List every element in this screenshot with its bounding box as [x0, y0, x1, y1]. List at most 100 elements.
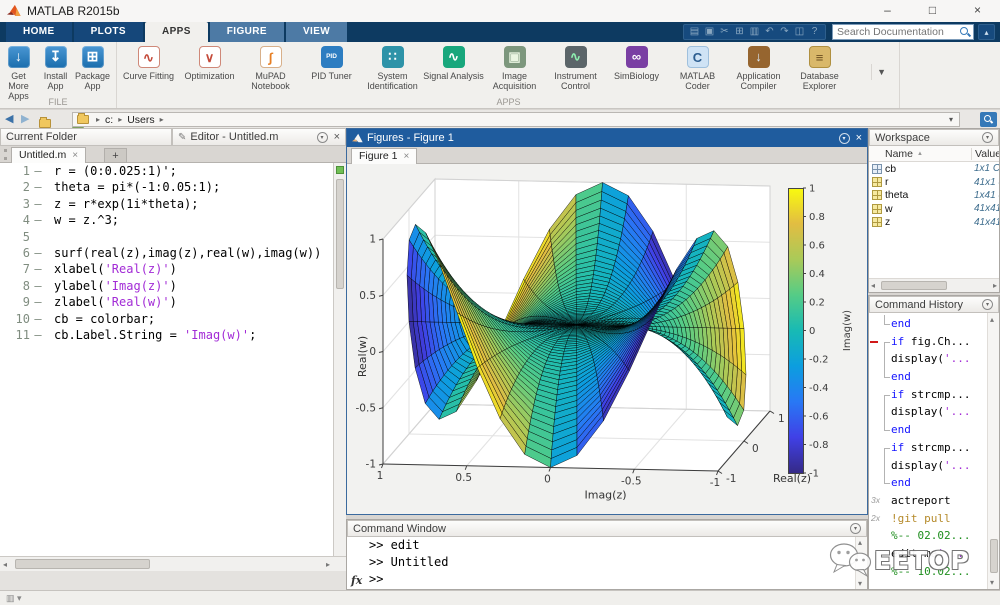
command-prompt[interactable]: >>: [347, 571, 867, 588]
app-item-simbiology[interactable]: ∞SimBiology: [606, 46, 667, 91]
app-item-mupad-notebook[interactable]: ∫MuPAD Notebook: [240, 46, 301, 91]
workspace-column-headers[interactable]: Name ▲ Value: [869, 146, 999, 162]
scroll-down-icon[interactable]: ▾: [858, 579, 862, 588]
status-bar-icon[interactable]: ▥ ▾: [6, 593, 22, 604]
workspace-header[interactable]: Workspace ▾: [869, 129, 999, 146]
editor-code-line[interactable]: 9–zlabel('Real(w)'): [0, 294, 333, 310]
history-entry[interactable]: end: [869, 421, 987, 439]
app-item-pid-tuner[interactable]: PIDPID Tuner: [301, 46, 362, 91]
breadcrumb-segment[interactable]: Users: [127, 114, 154, 126]
editor-code-line[interactable]: 7–xlabel('Real(z)'): [0, 261, 333, 277]
panel-menu-icon[interactable]: ▾: [982, 299, 993, 310]
app-item-instrument-control[interactable]: ∿Instrument Control: [545, 46, 606, 91]
editor-code-line[interactable]: 4–w = z.^3;: [0, 212, 333, 228]
app-item-package-app[interactable]: ⊞Package App: [74, 46, 111, 101]
history-entry[interactable]: if strcmp...: [869, 386, 987, 404]
panel-menu-icon[interactable]: ▾: [317, 132, 328, 143]
editor-code-line[interactable]: 1–r = (0:0.025:1)';: [0, 163, 333, 179]
drag-handle[interactable]: [4, 149, 7, 160]
app-item-image-acquisition[interactable]: ▣Image Acquisition: [484, 46, 545, 91]
history-entry[interactable]: 3xactreport: [869, 492, 987, 510]
current-folder-header[interactable]: Current Folder: [0, 128, 172, 146]
save-icon[interactable]: ▣: [702, 25, 717, 39]
ribbon-tab-plots[interactable]: PLOTS: [74, 22, 143, 42]
new-script-icon[interactable]: ▤: [687, 25, 702, 39]
editor-code-line[interactable]: 3–z = r*exp(1i*theta);: [0, 196, 333, 212]
tab-figure-1[interactable]: Figure 1×: [351, 148, 417, 164]
history-entry[interactable]: %-- 10.02...: [869, 563, 987, 581]
column-name[interactable]: Name: [885, 148, 913, 160]
app-item-install-app[interactable]: ↧Install App: [37, 46, 74, 101]
history-entry[interactable]: end: [869, 474, 987, 492]
redo-icon[interactable]: ↷: [777, 25, 792, 39]
scroll-right-icon[interactable]: ▸: [993, 281, 997, 290]
app-item-application-compiler[interactable]: ↓Application Compiler: [728, 46, 789, 91]
scroll-left-icon[interactable]: ◂: [3, 560, 7, 569]
editor-horizontal-scrollbar[interactable]: ◂ ▸: [0, 556, 346, 571]
history-entry[interactable]: 2x!git pull: [869, 510, 987, 528]
editor-code-line[interactable]: 2–theta = pi*(-1:0.05:1);: [0, 179, 333, 195]
scrollbar-thumb[interactable]: [881, 281, 947, 290]
scroll-right-icon[interactable]: ▸: [326, 560, 330, 569]
app-item-database-explorer[interactable]: ≡Database Explorer: [789, 46, 850, 91]
close-button[interactable]: ×: [955, 0, 1000, 22]
tab-close-icon[interactable]: ×: [404, 151, 410, 162]
workspace-row-w[interactable]: w41x41: [869, 202, 999, 215]
command-history-scrollbar[interactable]: ▴ ▾: [987, 313, 999, 589]
app-item-get-more-apps[interactable]: ↓Get More Apps: [0, 46, 37, 101]
ribbon-tab-figure[interactable]: FIGURE: [210, 22, 284, 42]
apps-overflow-arrow[interactable]: ▼: [871, 64, 891, 80]
history-entry[interactable]: end: [869, 315, 987, 333]
search-icon[interactable]: [959, 26, 971, 38]
editor-code-line[interactable]: 5: [0, 229, 333, 245]
tab-close-icon[interactable]: ×: [72, 150, 78, 161]
ribbon-tab-view[interactable]: VIEW: [286, 22, 347, 42]
app-item-signal-analysis[interactable]: ∿Signal Analysis: [423, 46, 484, 91]
command-window-scrollbar[interactable]: ▴ ▾: [855, 537, 867, 589]
history-entry[interactable]: display('...: [869, 350, 987, 368]
editor-header[interactable]: ✎ Editor - Untitled.m ▾ ×: [172, 128, 346, 146]
command-window-body[interactable]: fx ▴ ▾ >> edit>> Untitled>>: [347, 537, 867, 589]
close-icon[interactable]: ×: [334, 131, 340, 143]
ribbon-tab-home[interactable]: HOME: [6, 22, 72, 42]
ribbon-tab-apps[interactable]: APPS: [145, 22, 208, 42]
folder-up-icon[interactable]: [39, 119, 51, 128]
workspace-row-z[interactable]: z41x41: [869, 216, 999, 229]
forward-button[interactable]: ▶: [21, 112, 29, 125]
breadcrumb-dropdown-icon[interactable]: ▾: [949, 115, 955, 124]
undo-icon[interactable]: ↶: [762, 25, 777, 39]
scroll-left-icon[interactable]: ◂: [871, 281, 875, 290]
scrollbar-thumb[interactable]: [15, 559, 150, 569]
panel-menu-icon[interactable]: ▾: [982, 132, 993, 143]
copy-icon[interactable]: ⊞: [732, 25, 747, 39]
scrollbar-thumb[interactable]: [990, 539, 998, 573]
workspace-row-theta[interactable]: theta1x41 d: [869, 189, 999, 202]
workspace-horizontal-scrollbar[interactable]: ◂ ▸: [869, 278, 999, 292]
back-button[interactable]: ◀: [5, 112, 13, 125]
minimize-button[interactable]: –: [865, 0, 910, 22]
collapse-ribbon-button[interactable]: ▴: [978, 24, 995, 40]
history-entry[interactable]: display('...: [869, 457, 987, 475]
app-item-system-identification[interactable]: ∷System Identification: [362, 46, 423, 91]
scroll-down-icon[interactable]: ▾: [990, 578, 994, 587]
code-analyzer-indicator[interactable]: [336, 166, 344, 174]
search-documentation-box[interactable]: [832, 24, 974, 40]
app-item-matlab-coder[interactable]: CMATLAB Coder: [667, 46, 728, 91]
close-icon[interactable]: ×: [856, 132, 862, 144]
breadcrumb[interactable]: ▸c:▸Users▸ ▾: [72, 112, 960, 127]
scroll-up-icon[interactable]: ▴: [990, 315, 994, 324]
history-entry[interactable]: display('...: [869, 403, 987, 421]
history-entry[interactable]: %-- 02.02...: [869, 527, 987, 545]
paste-icon[interactable]: ▥: [747, 25, 762, 39]
maximize-button[interactable]: □: [910, 0, 955, 22]
editor-code-line[interactable]: 8–ylabel('Imag(z)'): [0, 278, 333, 294]
scroll-up-icon[interactable]: ▴: [858, 538, 862, 547]
breadcrumb-segment[interactable]: c:: [105, 114, 113, 126]
editor-code-line[interactable]: 6–surf(real(z),imag(z),real(w),imag(w)): [0, 245, 333, 261]
folder-search-button[interactable]: [980, 112, 997, 127]
column-value[interactable]: Value: [971, 148, 999, 160]
app-item-optimization[interactable]: ∨Optimization: [179, 46, 240, 91]
history-entry[interactable]: edit ma'...: [869, 545, 987, 563]
history-entry[interactable]: if strcmp...: [869, 439, 987, 457]
panel-menu-icon[interactable]: ▾: [839, 133, 850, 144]
